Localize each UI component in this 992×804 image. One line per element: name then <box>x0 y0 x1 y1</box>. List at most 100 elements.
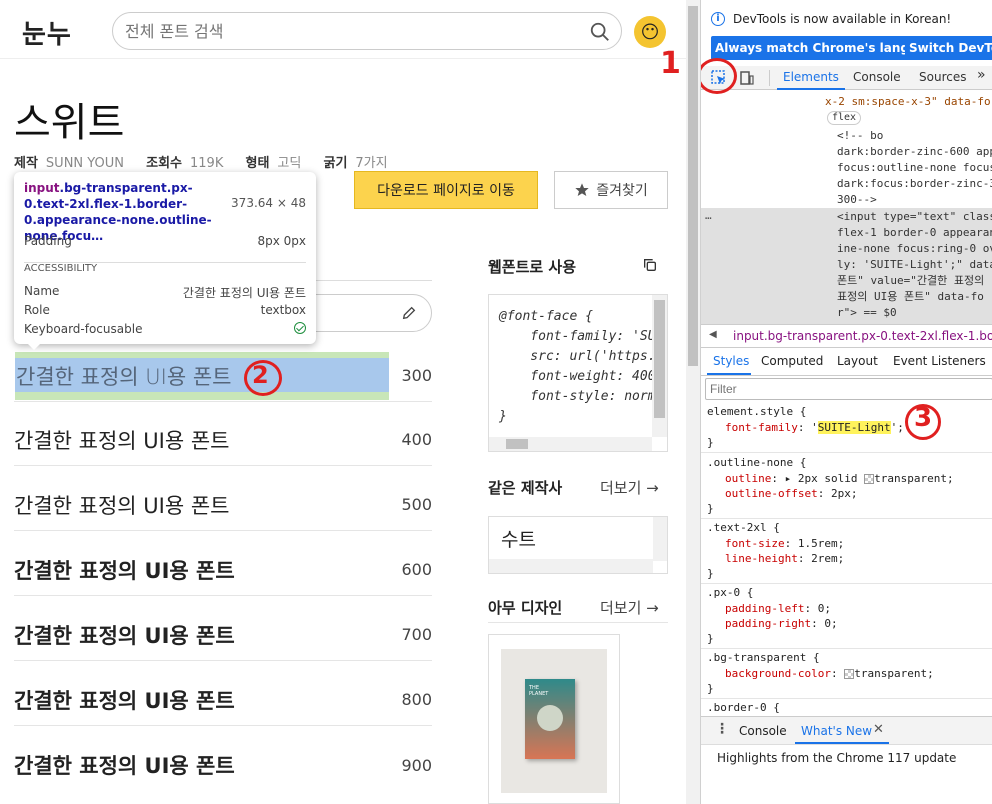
any-design-title: 아무 디자인 <box>488 599 563 617</box>
prop-value: 2rem; <box>811 552 845 565</box>
tabbar-divider <box>769 70 770 86</box>
meta-label: 제작 <box>14 156 38 171</box>
sample-text[interactable]: 간결한 표정의 UI용 폰트 <box>14 425 229 455</box>
same-maker-more-link[interactable]: 더보기 → <box>600 477 659 498</box>
name-label: Name <box>24 284 60 298</box>
same-maker-item[interactable]: 수트 <box>501 525 536 552</box>
favorite-button[interactable]: 즐겨찾기 <box>554 171 668 209</box>
sample-text[interactable]: 간결한 표정의 UI용 폰트 <box>14 685 235 715</box>
annotation-number: 3 <box>914 403 933 433</box>
webfont-code[interactable]: @font-face { font-family: 'SU src: url('… <box>488 294 668 452</box>
box-vscroll[interactable] <box>653 517 667 561</box>
any-design-divider <box>488 622 668 623</box>
device-toolbar-icon[interactable] <box>739 70 755 86</box>
tab-console[interactable]: Console <box>853 70 901 84</box>
rule-declaration[interactable]: background-color: transparent; <box>725 666 934 682</box>
subtab-layout[interactable]: Layout <box>837 354 878 368</box>
dom-input-node[interactable]: flex-1 border-0 appearan <box>837 225 992 242</box>
dom-input-node[interactable]: ine-none focus:ring-0 ov <box>837 241 992 258</box>
dom-text: x-2 sm:space-x-3" data-fo <box>825 95 991 108</box>
any-design-more-link[interactable]: 더보기 → <box>600 597 659 618</box>
drawer-tab-whats-new[interactable]: What's New <box>801 724 872 738</box>
tab-sources[interactable]: Sources <box>919 70 966 84</box>
rule-selector: .border-0 { <box>707 701 780 714</box>
dom-comment[interactable]: dark:border-zinc-600 app <box>837 144 992 161</box>
keyboard-label: Keyboard-focusable <box>24 322 143 336</box>
close-icon[interactable]: ✕ <box>873 722 884 737</box>
dom-input-node[interactable]: r"> == $0 <box>837 305 897 322</box>
subtab-event-listeners[interactable]: Event Listeners <box>893 354 986 368</box>
flex-badge[interactable]: flex <box>827 111 862 125</box>
same-maker-title: 같은 제작사 <box>488 479 563 497</box>
dom-input-node[interactable]: 표정의 UI용 폰트" data-fo <box>837 289 984 306</box>
breadcrumb-left-icon[interactable]: ◀ <box>709 329 717 340</box>
inspect-tooltip: input.bg-transparent.px-0.text-2xl.flex-… <box>14 172 316 344</box>
code-vscroll-thumb[interactable] <box>654 300 665 418</box>
dom-input-node[interactable]: ly: 'SUITE-Light';" data <box>837 257 992 274</box>
sample-weight: 500 <box>401 495 432 514</box>
color-swatch[interactable] <box>864 474 875 484</box>
download-page-button[interactable]: 다운로드 페이지로 이동 <box>354 171 538 209</box>
box-hscroll[interactable] <box>489 559 653 573</box>
prop-value: 2px; <box>830 487 858 500</box>
design-card[interactable]: THE PLANET <box>488 634 620 804</box>
sample-row: 간결한 표정의 UI용 폰트 500 <box>14 479 432 531</box>
selector-tag: input <box>24 181 60 195</box>
accessibility-heading: ACCESSIBILITY <box>24 263 104 274</box>
sample-text[interactable]: 간결한 표정의 UI용 폰트 <box>14 620 235 650</box>
page-scrollbar-thumb[interactable] <box>688 6 698 366</box>
dom-comment[interactable]: 300--> <box>837 192 877 209</box>
dom-comment[interactable]: <!-- bo <box>837 128 883 145</box>
search-input[interactable] <box>125 20 565 42</box>
styles-filter-input[interactable] <box>705 378 992 400</box>
sample-text[interactable]: 간결한 표정의 UI용 폰트 <box>14 555 235 585</box>
drawer-tab-console[interactable]: Console <box>739 724 787 738</box>
sample-text[interactable]: 간결한 표정의 UI용 폰트 <box>14 750 235 780</box>
rule-declaration[interactable]: font-size: 1.5rem; <box>725 536 844 552</box>
sample-weight: 800 <box>401 690 432 709</box>
sample-text[interactable]: 간결한 표정의 UI용 폰트 <box>14 361 231 391</box>
code-hscroll-thumb[interactable] <box>506 439 528 449</box>
dom-input-node[interactable]: 폰트" value="간결한 표정의 <box>837 273 984 290</box>
site-logo[interactable]: 눈누 <box>22 14 72 51</box>
prop-value: transparent; <box>854 667 934 680</box>
copy-icon[interactable] <box>642 257 658 273</box>
dom-input-node[interactable]: <input type="text" class <box>837 209 992 226</box>
subtab-computed[interactable]: Computed <box>761 354 823 368</box>
dom-tree: x-2 sm:space-x-3" data-fo flex <!-- bo d… <box>701 90 992 324</box>
rule-declaration[interactable]: outline: ▸ 2px solid transparent; <box>725 471 954 487</box>
webpage-viewport: 눈누 😶 스위트 제작SUNN YOUN 조회수119K 형태고딕 굵기7가지 … <box>0 0 686 804</box>
search-icon[interactable] <box>589 21 611 43</box>
rule-declaration[interactable]: line-height: 2rem; <box>725 551 844 567</box>
rule-declaration[interactable]: padding-left: 0; <box>725 601 831 617</box>
search-bar[interactable] <box>112 12 622 50</box>
rule-declaration[interactable]: padding-right: 0; <box>725 616 838 632</box>
dom-comment[interactable]: focus:outline-none focus <box>837 160 992 177</box>
prop-value: SUITE-Light <box>817 421 891 434</box>
more-tabs-icon[interactable]: » <box>977 67 986 83</box>
prop-name: outline-offset <box>725 487 818 500</box>
rule-divider <box>701 452 992 453</box>
avatar[interactable]: 😶 <box>634 16 666 48</box>
rule-close: } <box>707 502 714 515</box>
sample-text[interactable]: 간결한 표정의 UI용 폰트 <box>14 490 229 520</box>
dom-line[interactable]: x-2 sm:space-x-3" data-fo <box>825 94 991 111</box>
sample-row: 간결한 표정의 UI용 폰트 600 <box>14 544 432 596</box>
switch-devtools-button[interactable]: Switch DevTools <box>905 36 992 60</box>
color-swatch[interactable] <box>844 669 855 679</box>
subtab-styles[interactable]: Styles <box>713 354 749 368</box>
drawer-menu-icon[interactable]: ⋮ <box>715 721 729 737</box>
breadcrumb-item[interactable]: input.bg-transparent.px-0.text-2xl.flex-… <box>733 329 992 343</box>
rule-selector: .px-0 { <box>707 586 754 599</box>
tab-elements[interactable]: Elements <box>783 70 839 84</box>
rule-declaration[interactable]: outline-offset: 2px; <box>725 486 857 502</box>
prop-name: background-color <box>725 667 831 680</box>
rule-declaration[interactable]: font-family: 'SUITE-Light'; <box>725 420 904 436</box>
same-maker-card[interactable]: 수트 <box>488 516 668 574</box>
pencil-icon[interactable] <box>401 305 417 321</box>
node-ellipsis[interactable]: … <box>705 208 712 225</box>
sample-weight: 900 <box>401 755 432 775</box>
sample-weight: 400 <box>401 430 432 449</box>
dom-comment[interactable]: dark:focus:border-zinc-3 <box>837 176 992 193</box>
tooltip-dimensions: 373.64 × 48 <box>231 196 306 210</box>
